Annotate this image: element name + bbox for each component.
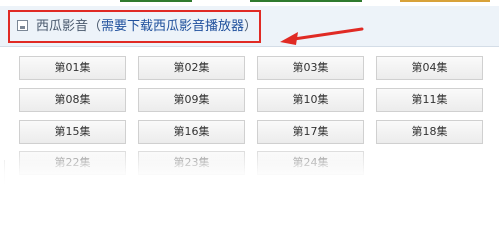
square-frame-icon xyxy=(17,20,28,31)
episode-button[interactable]: 第17集 xyxy=(257,120,364,144)
episode-button[interactable]: 第24集 xyxy=(257,151,364,175)
episode-button[interactable]: 第11集 xyxy=(376,88,483,112)
episode-button[interactable]: 第10集 xyxy=(257,88,364,112)
episode-button[interactable]: 第09集 xyxy=(138,88,245,112)
left-divider xyxy=(4,160,5,201)
episode-button[interactable]: 第02集 xyxy=(138,56,245,80)
source-title[interactable]: 西瓜影音（需要下载西瓜影音播放器） xyxy=(36,18,257,36)
episode-button[interactable]: 第04集 xyxy=(376,56,483,80)
episode-button[interactable]: 第03集 xyxy=(257,56,364,80)
tab-edge-1 xyxy=(120,0,192,2)
episode-button[interactable]: 第18集 xyxy=(376,120,483,144)
episode-button[interactable]: 第01集 xyxy=(19,56,126,80)
episode-button[interactable]: 第08集 xyxy=(19,88,126,112)
annotation-arrow-icon xyxy=(280,27,364,45)
episode-button[interactable]: 第23集 xyxy=(138,151,245,175)
source-name: 西瓜影音 xyxy=(36,19,89,34)
paren-close: ） xyxy=(244,19,258,34)
episode-button[interactable]: 第16集 xyxy=(138,120,245,144)
tab-edge-2 xyxy=(250,0,362,2)
episode-button[interactable]: 第15集 xyxy=(19,120,126,144)
tab-edge-3 xyxy=(400,0,490,2)
paren-open: （ xyxy=(88,19,102,34)
episode-button[interactable]: 第22集 xyxy=(19,151,126,175)
source-note: 需要下载西瓜影音播放器 xyxy=(101,19,245,34)
